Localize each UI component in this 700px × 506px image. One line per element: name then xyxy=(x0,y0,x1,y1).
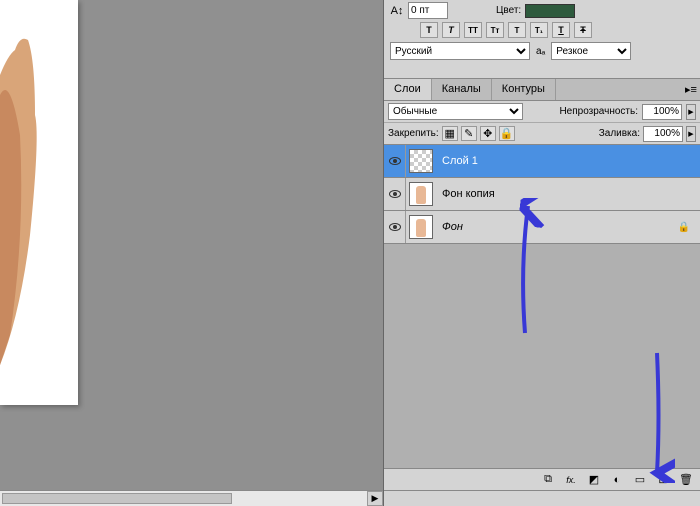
opacity-flyout-arrow[interactable]: ▶ xyxy=(686,104,696,120)
visibility-toggle[interactable] xyxy=(384,211,406,243)
faux-bold-button[interactable]: T xyxy=(420,22,438,38)
faux-italic-button[interactable]: T xyxy=(442,22,460,38)
panel-menu-icon[interactable]: ▸≡ xyxy=(682,79,700,100)
visibility-toggle[interactable] xyxy=(384,145,406,177)
layer-fx-button[interactable]: fx. xyxy=(561,471,581,488)
layers-bottom-bar: ⧉ fx. ◩ ◐ ▭ ⊡ 🗑 xyxy=(384,468,700,490)
blend-mode-select[interactable]: Обычные xyxy=(388,103,523,120)
eye-icon xyxy=(389,190,401,198)
baseline-shift-icon: A↕ xyxy=(390,4,404,18)
layer-thumbnail[interactable] xyxy=(409,215,433,239)
color-label: Цвет: xyxy=(496,5,521,16)
new-group-button[interactable]: ▭ xyxy=(630,471,650,488)
panel-tabs: Слои Каналы Контуры ▸≡ xyxy=(384,79,700,101)
tab-paths[interactable]: Контуры xyxy=(492,79,556,100)
new-layer-button[interactable]: ⊡ xyxy=(653,471,673,488)
canvas-area[interactable]: ▶ xyxy=(0,0,383,506)
layer-name[interactable]: Фон xyxy=(436,221,463,233)
lock-all-button[interactable]: 🔒 xyxy=(499,126,515,141)
underline-button[interactable]: T xyxy=(552,22,570,38)
layer-list: Слой 1 Фон копия Фон 🔒 xyxy=(384,145,700,468)
layer-row[interactable]: Фон 🔒 xyxy=(384,211,700,244)
antialias-select[interactable]: Резкое xyxy=(551,42,631,60)
text-color-swatch[interactable] xyxy=(525,4,575,18)
lock-label: Закрепить: xyxy=(388,128,439,139)
fill-flyout-arrow[interactable]: ▶ xyxy=(686,126,696,142)
adjustment-layer-button[interactable]: ◐ xyxy=(607,471,627,488)
tab-channels[interactable]: Каналы xyxy=(432,79,492,100)
fill-label: Заливка: xyxy=(599,128,640,139)
opacity-input[interactable] xyxy=(642,104,682,120)
layer-row[interactable]: Слой 1 xyxy=(384,145,700,178)
visibility-toggle[interactable] xyxy=(384,178,406,210)
add-mask-button[interactable]: ◩ xyxy=(584,471,604,488)
antialias-icon: aₐ xyxy=(536,46,545,57)
all-caps-button[interactable]: TT xyxy=(464,22,482,38)
subscript-button[interactable]: T₁ xyxy=(530,22,548,38)
lock-row: Закрепить: ▦ ✎ ✥ 🔒 Заливка: ▶ xyxy=(384,123,700,145)
hand-image xyxy=(0,35,60,365)
opacity-label: Непрозрачность: xyxy=(559,106,638,117)
fill-input[interactable] xyxy=(643,126,683,142)
panels-column: A↕ Цвет: T T TT Tт T T₁ T Ŧ Русский aₐ Р… xyxy=(383,0,700,506)
tab-layers[interactable]: Слои xyxy=(384,79,432,100)
baseline-shift-input[interactable] xyxy=(408,2,448,19)
text-style-buttons: T T TT Tт T T₁ T Ŧ xyxy=(420,22,694,38)
layer-name[interactable]: Фон копия xyxy=(436,188,495,200)
scrollbar-thumb[interactable] xyxy=(2,493,232,504)
layer-row[interactable]: Фон копия xyxy=(384,178,700,211)
superscript-button[interactable]: T xyxy=(508,22,526,38)
layer-name[interactable]: Слой 1 xyxy=(436,155,478,167)
eye-icon xyxy=(389,157,401,165)
panel-status-bar xyxy=(384,490,700,506)
lock-pixels-button[interactable]: ✎ xyxy=(461,126,477,141)
small-caps-button[interactable]: Tт xyxy=(486,22,504,38)
document-canvas[interactable] xyxy=(0,0,78,405)
layer-thumbnail[interactable] xyxy=(409,182,433,206)
horizontal-scrollbar[interactable]: ▶ xyxy=(0,490,383,506)
language-select[interactable]: Русский xyxy=(390,42,530,60)
character-panel: A↕ Цвет: T T TT Tт T T₁ T Ŧ Русский aₐ Р… xyxy=(384,0,700,79)
link-layers-button[interactable]: ⧉ xyxy=(538,471,558,488)
delete-layer-button[interactable]: 🗑 xyxy=(676,471,696,488)
strikethrough-button[interactable]: Ŧ xyxy=(574,22,592,38)
scroll-right-arrow[interactable]: ▶ xyxy=(367,491,383,506)
eye-icon xyxy=(389,223,401,231)
layer-thumbnail[interactable] xyxy=(409,149,433,173)
lock-icon: 🔒 xyxy=(678,222,690,233)
lock-transparency-button[interactable]: ▦ xyxy=(442,126,458,141)
layers-panel: Слои Каналы Контуры ▸≡ Обычные Непрозрач… xyxy=(384,79,700,490)
layer-options-row: Обычные Непрозрачность: ▶ xyxy=(384,101,700,123)
lock-position-button[interactable]: ✥ xyxy=(480,126,496,141)
